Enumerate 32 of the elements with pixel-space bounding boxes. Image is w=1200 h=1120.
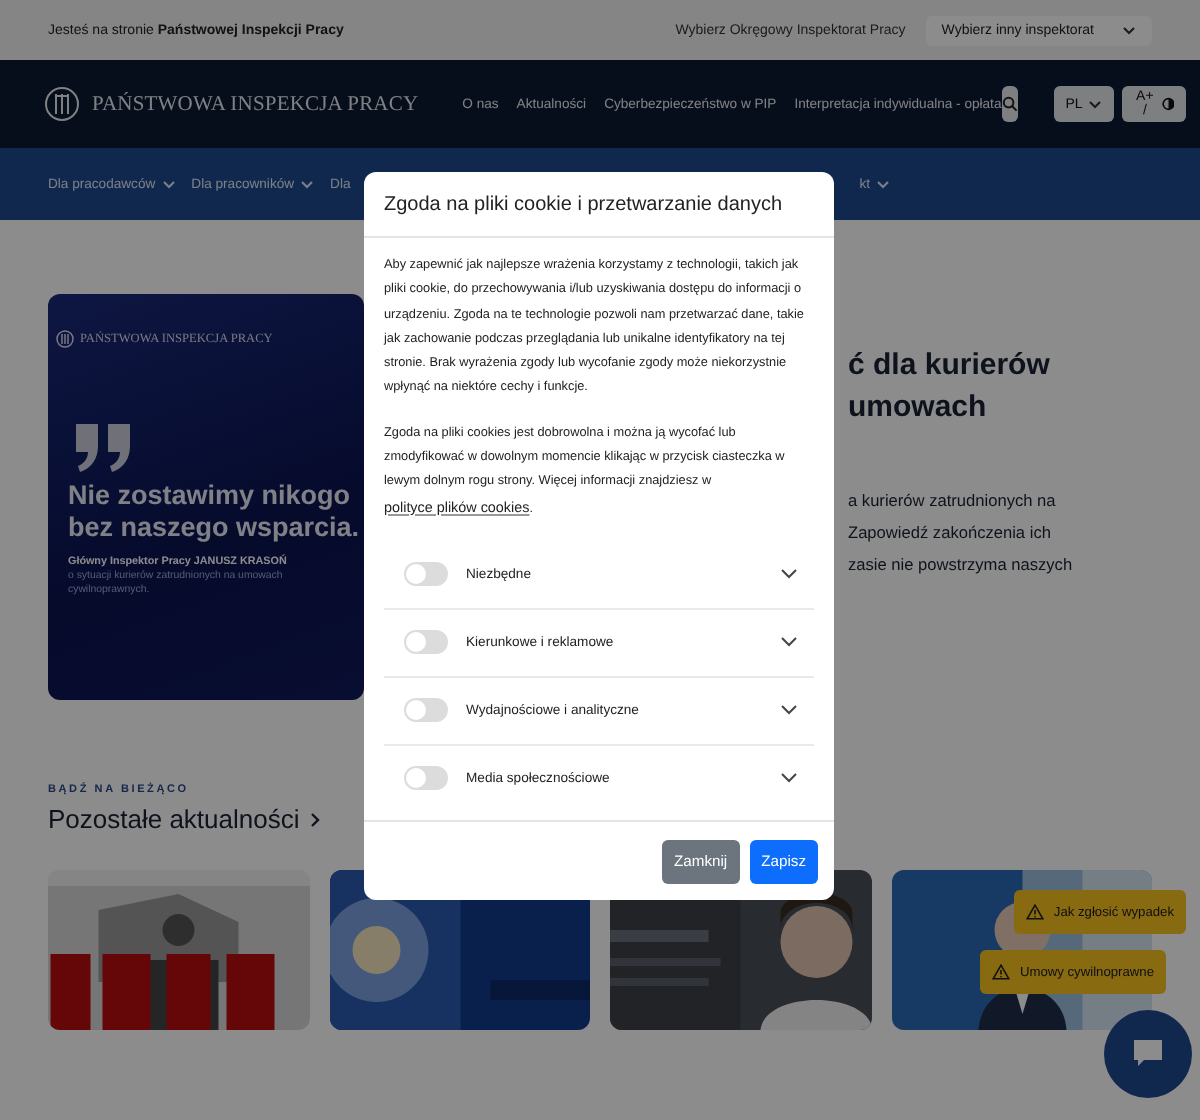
search-button[interactable] [1001,86,1018,122]
toggle-switch[interactable] [404,630,448,655]
chevron-down-icon [1122,25,1136,35]
banner-quote: Nie zostawimy nikogo bez naszego wsparcia. [68,480,362,544]
chevron-down-icon[interactable] [780,772,798,785]
article-text: a kurierów zatrudnionych na [848,488,1058,514]
chat-bubble-icon [1132,1038,1164,1070]
chevron-right-icon [309,811,320,827]
article-title[interactable]: umowach [848,386,1180,428]
site-title[interactable]: PAŃSTWOWA INSPEKCJA PRACY [92,93,419,115]
toggle-switch[interactable] [404,562,448,587]
dialog-title: Zgoda na pliki cookie i przetwarzanie danych [364,172,834,238]
chat-button[interactable] [1104,1010,1192,1098]
article-text: zasie nie powstrzyma naszych [848,552,1075,578]
warning-icon [1025,904,1044,920]
logo-emblem-icon [44,86,80,122]
article-title[interactable]: ć dla kurierów [848,344,1180,386]
chevron-down-icon [161,179,176,189]
chevron-down-icon[interactable] [780,704,798,717]
contrast-icon [1161,96,1175,112]
chevron-down-icon[interactable] [780,568,798,581]
section-title[interactable]: Pozostałe aktualności [48,804,300,834]
search-icon [1001,96,1018,112]
logo-emblem-icon [56,330,74,348]
quotation-mark-icon [72,424,136,472]
warning-icon [991,964,1010,980]
article-text: Zapowiedź zakończenia ich [848,520,1053,546]
chevron-down-icon[interactable] [780,636,798,649]
toggle-switch[interactable] [404,766,448,791]
chevron-down-icon [300,179,315,189]
toggle-switch[interactable] [404,698,448,723]
chevron-down-icon [1088,99,1103,109]
